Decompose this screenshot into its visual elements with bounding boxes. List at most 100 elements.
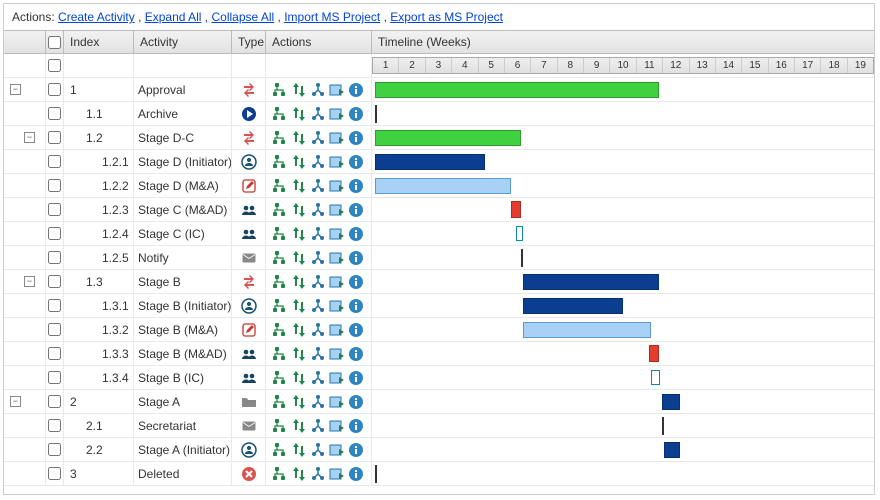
subitems-icon[interactable] [272, 130, 288, 146]
row-checkbox[interactable] [48, 227, 61, 240]
gantt-bar[interactable] [649, 345, 659, 362]
subitems-icon[interactable] [272, 370, 288, 386]
row-checkbox[interactable] [48, 155, 61, 168]
row-checkbox[interactable] [48, 347, 61, 360]
reorder-icon[interactable] [291, 370, 307, 386]
reorder-icon[interactable] [291, 346, 307, 362]
subitems-icon[interactable] [272, 346, 288, 362]
link-collapse-all[interactable]: Collapse All [211, 10, 274, 24]
subitems-icon[interactable] [272, 178, 288, 194]
row-checkbox[interactable] [48, 83, 61, 96]
subitems-icon[interactable] [272, 82, 288, 98]
export-icon[interactable] [329, 250, 345, 266]
row-checkbox[interactable] [48, 203, 61, 216]
collapse-toggle[interactable]: − [24, 132, 35, 143]
info-icon[interactable] [348, 418, 364, 434]
export-icon[interactable] [329, 106, 345, 122]
subitems-icon[interactable] [272, 442, 288, 458]
gantt-bar[interactable] [651, 370, 660, 385]
gantt-bar[interactable] [662, 417, 664, 435]
reorder-icon[interactable] [291, 154, 307, 170]
subitems-icon[interactable] [272, 154, 288, 170]
gantt-bar[interactable] [375, 465, 377, 483]
export-icon[interactable] [329, 130, 345, 146]
info-icon[interactable] [348, 250, 364, 266]
export-icon[interactable] [329, 466, 345, 482]
info-icon[interactable] [348, 298, 364, 314]
gantt-bar[interactable] [375, 154, 485, 170]
reorder-icon[interactable] [291, 274, 307, 290]
dependencies-icon[interactable] [310, 442, 326, 458]
row-checkbox[interactable] [48, 371, 61, 384]
row-checkbox[interactable] [48, 323, 61, 336]
reorder-icon[interactable] [291, 106, 307, 122]
row-checkbox[interactable] [48, 395, 61, 408]
export-icon[interactable] [329, 370, 345, 386]
gantt-bar[interactable] [523, 322, 651, 338]
collapse-toggle[interactable]: − [10, 396, 21, 407]
dependencies-icon[interactable] [310, 466, 326, 482]
export-icon[interactable] [329, 154, 345, 170]
link-import-ms-project[interactable]: Import MS Project [284, 10, 380, 24]
info-icon[interactable] [348, 370, 364, 386]
subitems-icon[interactable] [272, 226, 288, 242]
info-icon[interactable] [348, 82, 364, 98]
export-icon[interactable] [329, 274, 345, 290]
gantt-bar[interactable] [662, 394, 680, 410]
export-icon[interactable] [329, 322, 345, 338]
check-scale-row[interactable] [48, 59, 61, 72]
dependencies-icon[interactable] [310, 250, 326, 266]
reorder-icon[interactable] [291, 394, 307, 410]
info-icon[interactable] [348, 226, 364, 242]
dependencies-icon[interactable] [310, 394, 326, 410]
reorder-icon[interactable] [291, 250, 307, 266]
export-icon[interactable] [329, 442, 345, 458]
export-icon[interactable] [329, 202, 345, 218]
dependencies-icon[interactable] [310, 370, 326, 386]
export-icon[interactable] [329, 346, 345, 362]
dependencies-icon[interactable] [310, 274, 326, 290]
export-icon[interactable] [329, 394, 345, 410]
gantt-bar[interactable] [521, 249, 523, 267]
subitems-icon[interactable] [272, 466, 288, 482]
dependencies-icon[interactable] [310, 418, 326, 434]
check-all[interactable] [48, 36, 61, 49]
reorder-icon[interactable] [291, 298, 307, 314]
dependencies-icon[interactable] [310, 226, 326, 242]
subitems-icon[interactable] [272, 274, 288, 290]
dependencies-icon[interactable] [310, 346, 326, 362]
gantt-bar[interactable] [375, 130, 521, 146]
info-icon[interactable] [348, 130, 364, 146]
reorder-icon[interactable] [291, 442, 307, 458]
gantt-bar[interactable] [523, 274, 659, 290]
link-create-activity[interactable]: Create Activity [58, 10, 135, 24]
row-checkbox[interactable] [48, 107, 61, 120]
reorder-icon[interactable] [291, 178, 307, 194]
dependencies-icon[interactable] [310, 202, 326, 218]
link-expand-all[interactable]: Expand All [145, 10, 202, 24]
dependencies-icon[interactable] [310, 298, 326, 314]
export-icon[interactable] [329, 418, 345, 434]
reorder-icon[interactable] [291, 202, 307, 218]
info-icon[interactable] [348, 466, 364, 482]
link-export-ms-project[interactable]: Export as MS Project [390, 10, 503, 24]
info-icon[interactable] [348, 346, 364, 362]
info-icon[interactable] [348, 202, 364, 218]
row-checkbox[interactable] [48, 419, 61, 432]
reorder-icon[interactable] [291, 82, 307, 98]
dependencies-icon[interactable] [310, 154, 326, 170]
subitems-icon[interactable] [272, 250, 288, 266]
gantt-bar[interactable] [375, 82, 659, 98]
collapse-toggle[interactable]: − [24, 276, 35, 287]
reorder-icon[interactable] [291, 466, 307, 482]
gantt-bar[interactable] [664, 442, 679, 458]
row-checkbox[interactable] [48, 443, 61, 456]
info-icon[interactable] [348, 442, 364, 458]
row-checkbox[interactable] [48, 467, 61, 480]
subitems-icon[interactable] [272, 418, 288, 434]
export-icon[interactable] [329, 226, 345, 242]
row-checkbox[interactable] [48, 131, 61, 144]
reorder-icon[interactable] [291, 130, 307, 146]
gantt-bar[interactable] [516, 226, 524, 241]
gantt-bar[interactable] [511, 201, 521, 218]
